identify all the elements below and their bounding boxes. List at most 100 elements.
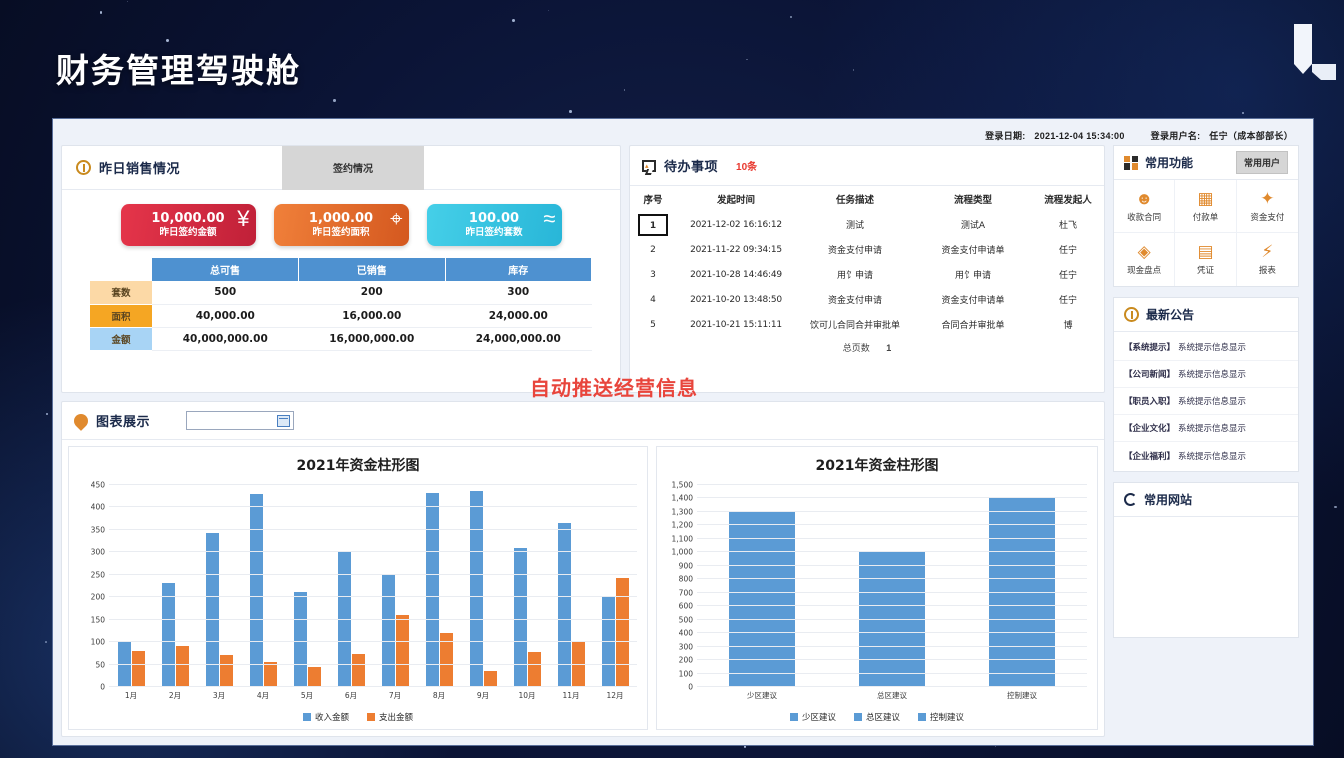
chart-bar bbox=[558, 523, 571, 687]
chart-bar bbox=[264, 662, 277, 687]
function-tile-cash[interactable]: ◈现金盘点 bbox=[1114, 233, 1175, 286]
pagination[interactable]: 总页数 1 bbox=[630, 337, 1104, 354]
announcement-tag: 【企业福利】 bbox=[1124, 450, 1175, 462]
table-row: 金额 40,000,000.00 16,000,000.00 24,000,00… bbox=[90, 327, 592, 350]
y-axis-tick: 400 bbox=[91, 503, 105, 512]
cell-owner: 杜飞 bbox=[1032, 212, 1104, 237]
y-axis-tick: 400 bbox=[679, 629, 693, 638]
table-row[interactable]: 2 2021-11-22 09:34:15 资金支付申请 资金支付申请单 任宁 bbox=[630, 237, 1104, 262]
announcement-item[interactable]: 【企业文化】系统提示信息显示 bbox=[1114, 415, 1298, 442]
chart-gridline bbox=[697, 632, 1087, 633]
chart-gridline bbox=[697, 686, 1087, 687]
calendar-icon[interactable] bbox=[277, 415, 290, 427]
kpi-card-contract-amount[interactable]: 10,000.00 昨日签约金额 ¥ bbox=[121, 204, 256, 246]
functions-grid: ☻ 收款合同 ▦付款单✦资金支付 ◈现金盘点▤凭证⚡报表 bbox=[1114, 180, 1298, 286]
x-axis-label: 2月 bbox=[169, 687, 181, 701]
announcement-text: 系统提示信息显示 bbox=[1178, 422, 1246, 434]
chart-gridline bbox=[109, 619, 637, 620]
col-time: 发起时间 bbox=[676, 186, 796, 212]
cell-desc[interactable]: 资金支付申请 bbox=[796, 237, 914, 262]
chart-bar bbox=[132, 651, 145, 687]
legend-item[interactable]: 总区建议 bbox=[854, 711, 900, 723]
cell-time: 2021-11-22 09:34:15 bbox=[676, 237, 796, 262]
announcement-text: 系统提示信息显示 bbox=[1178, 395, 1246, 407]
chart-bar-group: 1月 bbox=[109, 485, 153, 687]
col-no: 序号 bbox=[630, 186, 676, 212]
legend-swatch-icon bbox=[367, 713, 375, 721]
table-row[interactable]: 3 2021-10-28 14:46:49 用饣申请 用饣申请 任宁 bbox=[630, 262, 1104, 287]
legend-label: 支出金额 bbox=[379, 711, 413, 723]
chart-gridline bbox=[697, 538, 1087, 539]
announcement-item[interactable]: 【系统提示】系统提示信息显示 bbox=[1114, 334, 1298, 361]
announcement-item[interactable]: 【公司新闻】系统提示信息显示 bbox=[1114, 361, 1298, 388]
function-tile-ticket[interactable]: ✦资金支付 bbox=[1237, 180, 1298, 233]
legend-item[interactable]: 支出金额 bbox=[367, 711, 413, 723]
cell: 16,000,000.00 bbox=[299, 327, 446, 350]
chart-bar-group: 9月 bbox=[461, 485, 505, 687]
date-input[interactable] bbox=[186, 411, 294, 430]
chart-gridline bbox=[697, 565, 1087, 566]
chart-bar bbox=[484, 671, 497, 687]
function-tile-person[interactable]: ☻ 收款合同 bbox=[1114, 180, 1175, 233]
x-axis-label: 12月 bbox=[606, 687, 623, 701]
pagination-value[interactable]: 1 bbox=[886, 343, 891, 353]
chart-bar bbox=[528, 652, 541, 687]
chart-bar-group: 5月 bbox=[285, 485, 329, 687]
tab-contract-status[interactable]: 签约情况 bbox=[282, 146, 424, 190]
y-axis-tick: 1,500 bbox=[672, 481, 693, 490]
kpi-label: 昨日签约套数 bbox=[465, 226, 522, 239]
cell-desc[interactable]: 饮可儿合同合并审批单 bbox=[796, 312, 914, 337]
cell-no: 1 bbox=[630, 212, 676, 237]
cell-desc[interactable]: 用饣申请 bbox=[796, 262, 914, 287]
x-axis-label: 7月 bbox=[389, 687, 401, 701]
y-axis-tick: 600 bbox=[679, 602, 693, 611]
col-owner: 流程发起人 bbox=[1032, 186, 1104, 212]
chart-bar-group: 8月 bbox=[417, 485, 461, 687]
function-tile-report[interactable]: ⚡报表 bbox=[1237, 233, 1298, 286]
page-title: 财务管理驾驶舱 bbox=[56, 44, 301, 92]
function-tile-label: 凭证 bbox=[1197, 264, 1214, 276]
cell-desc[interactable]: 资金支付申请 bbox=[796, 287, 914, 312]
cell-desc[interactable]: 测试 bbox=[796, 212, 914, 237]
table-row[interactable]: 4 2021-10-20 13:48:50 资金支付申请 资金支付申请单 任宁 bbox=[630, 287, 1104, 312]
sales-panel: 昨日销售情况 签约情况 10,000.00 昨日签约金额 ¥ 1,000.00 … bbox=[61, 145, 621, 393]
legend-item[interactable]: 收入金额 bbox=[303, 711, 349, 723]
table-row[interactable]: 1 2021-12-02 16:16:12 测试 测试A 杜飞 bbox=[630, 212, 1104, 237]
table-row[interactable]: 5 2021-10-21 15:11:11 饮可儿合同合并审批单 合同合并审批单… bbox=[630, 312, 1104, 337]
selected-cell[interactable]: 1 bbox=[638, 214, 668, 236]
function-tile-label: 收款合同 bbox=[1127, 211, 1161, 223]
cell-time: 2021-10-21 15:11:11 bbox=[676, 312, 796, 337]
functions-panel: 常用功能 常用用户 ☻收款合同▦付款单✦资金支付◈现金盘点▤凭证⚡报表 bbox=[1113, 145, 1299, 287]
person-icon: ☻ bbox=[1135, 190, 1153, 208]
function-tile-wallet[interactable]: ▦付款单 bbox=[1175, 180, 1236, 233]
tab-common-users[interactable]: 常用用户 bbox=[1236, 151, 1288, 174]
chart-bars: 1月2月3月4月5月6月7月8月9月10月11月12月 bbox=[109, 485, 637, 687]
y-axis-tick: 800 bbox=[679, 575, 693, 584]
login-date-value: 2021-12-04 15:34:00 bbox=[1034, 131, 1124, 141]
kpi-card-contract-area[interactable]: 1,000.00 昨日签约面积 ⌖ bbox=[274, 204, 409, 246]
cell-type: 测试A bbox=[914, 212, 1032, 237]
x-axis-label: 10月 bbox=[518, 687, 535, 701]
star-dot bbox=[790, 16, 792, 18]
x-axis-label: 6月 bbox=[345, 687, 357, 701]
function-tile-voucher[interactable]: ▤凭证 bbox=[1175, 233, 1236, 286]
star-dot bbox=[166, 39, 169, 42]
chart-bar-group: 7月 bbox=[373, 485, 417, 687]
col-sold: 已销售 bbox=[299, 258, 446, 281]
function-tile-label: 报表 bbox=[1259, 264, 1276, 276]
chart-bar bbox=[176, 646, 189, 687]
kpi-value: 100.00 bbox=[469, 211, 519, 226]
legend-item[interactable]: 控制建议 bbox=[918, 711, 964, 723]
star-dot bbox=[46, 413, 49, 416]
x-axis-label: 1月 bbox=[125, 687, 137, 701]
x-axis-label: 总区建议 bbox=[877, 687, 907, 701]
row-header-amount: 金额 bbox=[90, 327, 152, 350]
announcement-item[interactable]: 【职员入职】系统提示信息显示 bbox=[1114, 388, 1298, 415]
cell-owner: 博 bbox=[1032, 312, 1104, 337]
cell: 40,000,000.00 bbox=[152, 327, 299, 350]
kpi-card-contract-count[interactable]: 100.00 昨日签约套数 ≈ bbox=[427, 204, 562, 246]
chart-gridline bbox=[697, 619, 1087, 620]
todo-panel-title: 待办事项 bbox=[664, 156, 718, 175]
announcement-item[interactable]: 【企业福利】系统提示信息显示 bbox=[1114, 442, 1298, 469]
legend-item[interactable]: 少区建议 bbox=[790, 711, 836, 723]
